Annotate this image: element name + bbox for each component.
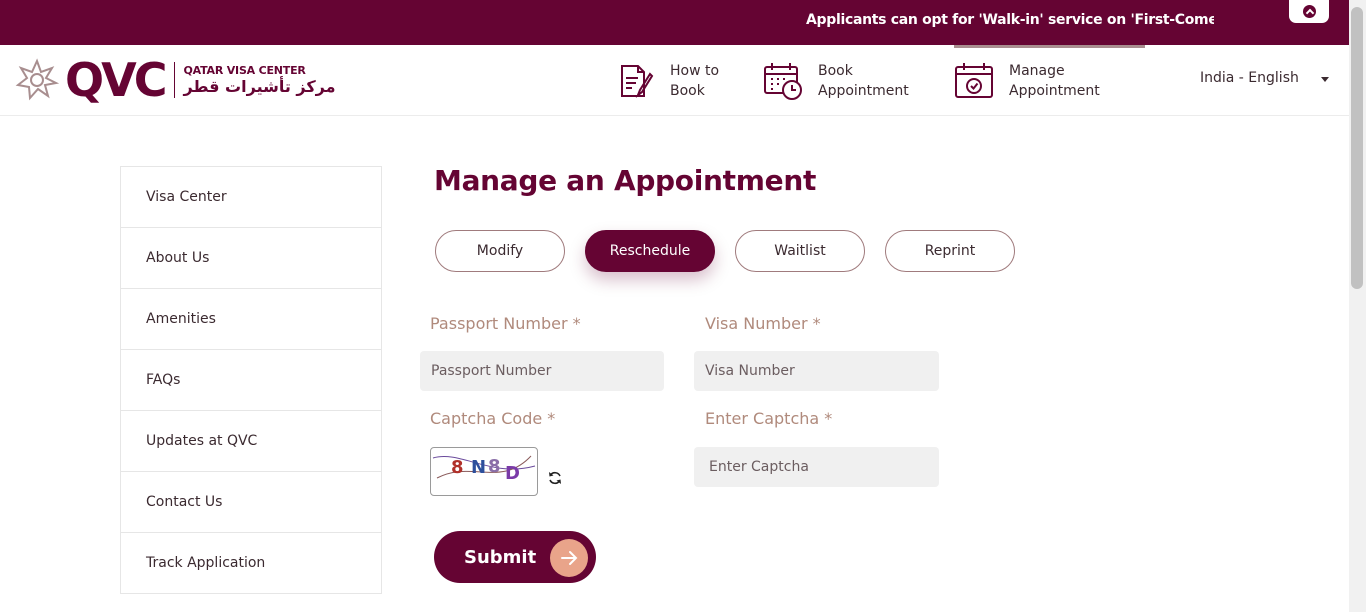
announcement-text: Applicants can opt for 'Walk-in' service… (806, 12, 1214, 28)
nav-book-appointment-line1: Book (818, 62, 853, 79)
nav-how-to-book[interactable]: How to Book (614, 45, 719, 116)
logo-divider (174, 62, 176, 98)
sidebar-item-faqs[interactable]: FAQs (121, 350, 381, 411)
captcha-char-3: 8 (488, 456, 501, 477)
passport-number-input[interactable] (420, 351, 664, 391)
captcha-char-2: N (471, 457, 486, 478)
visa-number-input[interactable] (694, 351, 939, 391)
nav-manage-appointment-line2: Appointment (1009, 82, 1100, 99)
captcha-code-label: Captcha Code * (430, 409, 556, 428)
submit-label: Submit (464, 546, 537, 568)
scroll-top-button[interactable] (1289, 0, 1329, 23)
enter-captcha-input[interactable] (694, 447, 939, 487)
captcha-char-4: D (505, 463, 520, 484)
passport-number-label: Passport Number * (430, 314, 581, 333)
visa-number-label: Visa Number * (705, 314, 821, 333)
submit-button[interactable]: Submit (434, 531, 596, 583)
chevron-up-icon (1302, 5, 1316, 18)
sidebar-item-amenities[interactable]: Amenities (121, 289, 381, 350)
caret-down-icon[interactable] (1321, 77, 1329, 82)
tab-waitlist[interactable]: Waitlist (735, 230, 865, 272)
logo-name-ar: مركز تأشيرات قطر (183, 76, 336, 96)
tab-reprint[interactable]: Reprint (885, 230, 1015, 272)
calendar-check-icon (955, 62, 993, 98)
sidebar-item-about-us[interactable]: About Us (121, 228, 381, 289)
tab-reschedule[interactable]: Reschedule (585, 230, 715, 272)
how-to-book-icon (621, 64, 654, 98)
sidebar-item-visa-center[interactable]: Visa Center (121, 167, 381, 228)
logo-name-en: QATAR VISA CENTER (183, 63, 306, 77)
sidebar-item-track-application[interactable]: Track Application (121, 533, 381, 593)
refresh-icon[interactable] (547, 470, 563, 486)
sidebar: Visa Center About Us Amenities FAQs Upda… (120, 166, 382, 594)
nav-manage-appointment-line1: Manage (1009, 62, 1065, 79)
captcha-image: 8 N 8 D (430, 447, 538, 496)
arrow-right-icon (550, 539, 588, 577)
page-title: Manage an Appointment (434, 164, 817, 197)
sidebar-item-updates[interactable]: Updates at QVC (121, 411, 381, 472)
scrollbar-thumb[interactable] (1351, 7, 1363, 289)
language-selector[interactable]: India - English (1200, 70, 1299, 86)
captcha-char-1: 8 (451, 457, 464, 478)
logo-wordmark: QVC (65, 53, 167, 107)
sidebar-item-contact-us[interactable]: Contact Us (121, 472, 381, 533)
nav-book-appointment-line2: Appointment (818, 82, 909, 99)
nav-how-to-book-line1: How to (670, 62, 720, 79)
nav-how-to-book-line2: Book (670, 82, 705, 99)
tab-modify[interactable]: Modify (435, 230, 565, 272)
nav-book-appointment[interactable]: Book Appointment (762, 45, 909, 116)
announcement-bar: Applicants can opt for 'Walk-in' service… (0, 0, 1349, 45)
nav-manage-appointment[interactable]: Manage Appointment (953, 45, 1100, 116)
logo-text: QATAR VISA CENTER مركز تأشيرات قطر (183, 64, 335, 97)
qvc-star-logo-icon (15, 58, 59, 101)
calendar-clock-icon (764, 62, 802, 100)
site-header: QVC QATAR VISA CENTER مركز تأشيرات قطر H… (0, 45, 1349, 116)
qvc-logo[interactable]: QVC QATAR VISA CENTER مركز تأشيرات قطر (15, 55, 336, 105)
enter-captcha-label: Enter Captcha * (705, 409, 833, 428)
